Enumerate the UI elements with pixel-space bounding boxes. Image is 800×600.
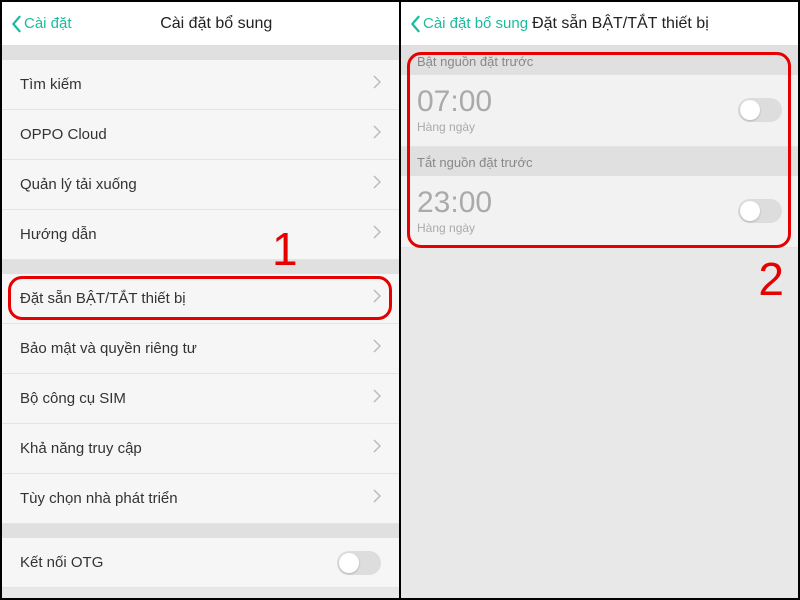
scheduled-off-time: 23:00: [417, 186, 738, 219]
settings-item-scheduled-power[interactable]: Đặt sẵn BẬT/TẮT thiết bị: [2, 274, 399, 324]
settings-item-otg[interactable]: Kết nối OTG: [2, 538, 399, 588]
step-number-1: 1: [272, 222, 298, 276]
settings-group-2: Đặt sẵn BẬT/TẮT thiết bị Bảo mật và quyề…: [2, 274, 399, 524]
item-label: Quản lý tải xuống: [20, 176, 373, 193]
back-button[interactable]: Cài đặt bổ sung: [409, 15, 528, 33]
settings-item-developer-options[interactable]: Tùy chọn nhà phát triển: [2, 474, 399, 524]
chevron-right-icon: [373, 489, 381, 508]
chevron-left-icon: [409, 15, 421, 33]
item-label: Bộ công cụ SIM: [20, 390, 373, 407]
settings-item-accessibility[interactable]: Khả năng truy cập: [2, 424, 399, 474]
scheduled-off-header: Tắt nguồn đặt trước: [401, 147, 798, 176]
settings-item-guide[interactable]: Hướng dẫn: [2, 210, 399, 260]
item-label: Hướng dẫn: [20, 226, 373, 243]
item-label: Tìm kiếm: [20, 76, 373, 93]
chevron-right-icon: [373, 225, 381, 244]
chevron-right-icon: [373, 289, 381, 308]
settings-group-1: Tìm kiếm OPPO Cloud Quản lý tải xuống Hư…: [2, 60, 399, 260]
chevron-right-icon: [373, 175, 381, 194]
settings-item-downloads[interactable]: Quản lý tải xuống: [2, 160, 399, 210]
scheduled-on-row[interactable]: 07:00 Hàng ngày: [401, 75, 798, 147]
chevron-left-icon: [10, 15, 22, 33]
item-label: Bảo mật và quyền riêng tư: [20, 340, 373, 357]
step-number-2: 2: [758, 252, 784, 306]
section-gap: [2, 524, 399, 538]
item-label: Tùy chọn nhà phát triển: [20, 490, 373, 507]
header: Cài đặt bổ sung Đặt sẵn BẬT/TẮT thiết bị: [401, 2, 798, 46]
page-title: Cài đặt bổ sung: [42, 15, 391, 33]
otg-toggle[interactable]: [337, 551, 381, 575]
scheduled-power-screen: Cài đặt bổ sung Đặt sẵn BẬT/TẮT thiết bị…: [401, 2, 798, 598]
back-label: Cài đặt bổ sung: [423, 15, 528, 32]
scheduled-off-toggle[interactable]: [738, 199, 782, 223]
scheduled-power-body: Bật nguồn đặt trước 07:00 Hàng ngày Tắt …: [401, 46, 798, 248]
settings-item-security-privacy[interactable]: Bảo mật và quyền riêng tư: [2, 324, 399, 374]
item-label: Khả năng truy cập: [20, 440, 373, 457]
item-label: Kết nối OTG: [20, 554, 337, 571]
settings-item-oppo-cloud[interactable]: OPPO Cloud: [2, 110, 399, 160]
chevron-right-icon: [373, 339, 381, 358]
scheduled-on-time: 07:00: [417, 85, 738, 118]
settings-item-search[interactable]: Tìm kiếm: [2, 60, 399, 110]
scheduled-off-row[interactable]: 23:00 Hàng ngày: [401, 176, 798, 248]
settings-list-screen: Cài đặt Cài đặt bổ sung Tìm kiếm OPPO Cl…: [2, 2, 401, 598]
section-gap: [2, 260, 399, 274]
chevron-right-icon: [373, 75, 381, 94]
item-label: OPPO Cloud: [20, 126, 373, 143]
chevron-right-icon: [373, 439, 381, 458]
chevron-right-icon: [373, 125, 381, 144]
scheduled-on-freq: Hàng ngày: [417, 120, 738, 134]
section-gap: [2, 46, 399, 60]
settings-item-sim-toolkit[interactable]: Bộ công cụ SIM: [2, 374, 399, 424]
header: Cài đặt Cài đặt bổ sung: [2, 2, 399, 46]
scheduled-on-header: Bật nguồn đặt trước: [401, 46, 798, 75]
scheduled-on-toggle[interactable]: [738, 98, 782, 122]
item-label: Đặt sẵn BẬT/TẮT thiết bị: [20, 290, 373, 307]
page-title: Đặt sẵn BẬT/TẮT thiết bị: [528, 15, 790, 33]
scheduled-off-freq: Hàng ngày: [417, 221, 738, 235]
chevron-right-icon: [373, 389, 381, 408]
